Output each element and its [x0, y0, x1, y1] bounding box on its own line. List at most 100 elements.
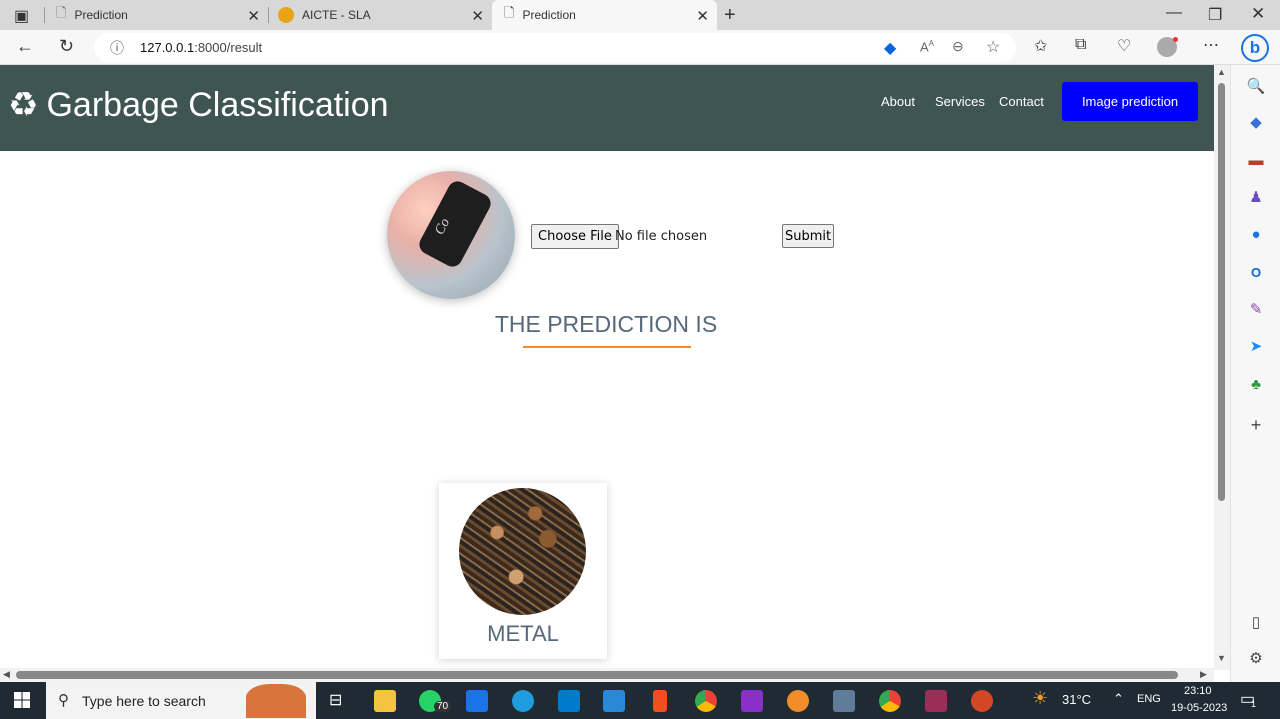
- vscode-icon[interactable]: [558, 690, 580, 712]
- shopping-tag-icon[interactable]: ◆: [884, 38, 896, 58]
- search-highlight-orangutan-icon: [246, 684, 306, 718]
- window-close-icon[interactable]: ✕: [1251, 4, 1265, 24]
- address-bar[interactable]: ⓘ 127.0.0.1:8000/result ◆ AA ⊖ ☆: [94, 33, 1016, 62]
- tab-actions-icon[interactable]: ▣: [14, 6, 29, 26]
- chrome-profile-icon[interactable]: [879, 690, 901, 712]
- powerpoint-icon[interactable]: [971, 690, 993, 712]
- browser-tab-strip: ▣ 🗋 Prediction ✕ AICTE - SLA ✕ 🗋 Predict…: [0, 0, 1280, 30]
- task-view-icon[interactable]: ⊟: [329, 690, 342, 710]
- chrome-icon[interactable]: [695, 690, 717, 712]
- bing-chat-icon[interactable]: b: [1241, 34, 1269, 62]
- tab-prediction-1[interactable]: 🗋 Prediction ✕: [50, 0, 268, 30]
- tab-label: AICTE - SLA: [302, 8, 371, 22]
- clock-time[interactable]: 23:10: [1184, 685, 1212, 697]
- vertical-scroll-thumb[interactable]: [1218, 83, 1225, 501]
- nav-link-services[interactable]: Services: [935, 94, 985, 109]
- read-aloud-icon[interactable]: AA: [920, 39, 934, 54]
- restore-icon[interactable]: ❐: [1208, 5, 1222, 25]
- taskbar-search-box[interactable]: ⚲ Type here to search: [46, 682, 316, 719]
- new-tab-icon[interactable]: +: [724, 4, 736, 27]
- settings-gear-icon[interactable]: ⚙: [1246, 649, 1266, 669]
- winrar-icon[interactable]: [925, 690, 947, 712]
- add-favorite-icon[interactable]: ☆: [986, 37, 1000, 57]
- edge-sidebar: 🔍 ◆ ▬ ♟ ● O ✎ ➤ ♣ + ▯ ⚙: [1230, 65, 1280, 682]
- result-label: METAL: [487, 621, 559, 646]
- web-page: ♻ Garbage Classification About Services …: [0, 65, 1214, 670]
- minimize-icon[interactable]: —: [1166, 4, 1182, 22]
- sidebar-toggle-icon[interactable]: ▯: [1246, 613, 1266, 633]
- scroll-left-icon[interactable]: ◀: [3, 669, 10, 680]
- tab-prediction-active[interactable]: 🗋 Prediction ✕: [492, 0, 717, 30]
- tab-separator: [44, 7, 45, 23]
- vertical-scrollbar[interactable]: ▲ ▼: [1214, 65, 1230, 670]
- back-arrow-icon[interactable]: ←: [16, 36, 34, 57]
- eclipse-icon[interactable]: [787, 690, 809, 712]
- profile-alert-dot: [1173, 37, 1178, 42]
- tools-icon[interactable]: ▬: [1246, 151, 1266, 171]
- recycle-icon: ♻: [8, 86, 39, 124]
- tab-separator: [268, 7, 269, 23]
- remote-desktop-icon[interactable]: [833, 690, 855, 712]
- close-tab-icon[interactable]: ✕: [471, 7, 484, 25]
- horizontal-scrollbar[interactable]: ◀ ▶: [0, 668, 1214, 682]
- designer-icon[interactable]: ✎: [1246, 300, 1266, 320]
- close-tab-icon[interactable]: ✕: [247, 7, 260, 25]
- tray-chevron-icon[interactable]: ⌃: [1113, 691, 1124, 707]
- whatsapp-badge: 70: [434, 701, 452, 712]
- tab-aicte-sla[interactable]: AICTE - SLA ✕: [274, 0, 492, 30]
- scroll-right-icon[interactable]: ▶: [1200, 669, 1207, 680]
- search-icon: ⚲: [58, 692, 69, 709]
- windows-start-icon[interactable]: [14, 692, 30, 708]
- tree-icon[interactable]: ♣: [1246, 375, 1266, 395]
- intellij-icon[interactable]: [741, 690, 763, 712]
- figma-icon[interactable]: [653, 690, 667, 712]
- nav-link-about[interactable]: About: [881, 94, 915, 109]
- shopping-icon[interactable]: ◆: [1246, 113, 1266, 133]
- tab-label: Prediction: [74, 8, 128, 22]
- scroll-up-icon[interactable]: ▲: [1217, 67, 1226, 77]
- url-path: :8000/result: [194, 40, 263, 55]
- info-icon[interactable]: ⓘ: [110, 38, 124, 58]
- mail-icon[interactable]: [466, 690, 488, 712]
- page-icon: 🗋: [504, 5, 515, 20]
- prediction-heading-text: THE PREDICTION IS: [494, 311, 718, 337]
- site-brand[interactable]: ♻ Garbage Classification: [8, 85, 389, 125]
- page-icon: 🗋: [56, 5, 67, 20]
- clock-date[interactable]: 19-05-2023: [1171, 702, 1227, 714]
- choose-file-button[interactable]: Choose File: [531, 224, 619, 249]
- more-menu-icon[interactable]: ⋯: [1203, 35, 1219, 55]
- image-prediction-button[interactable]: Image prediction: [1062, 82, 1198, 121]
- store-icon[interactable]: [603, 690, 625, 712]
- microsoft365-icon[interactable]: ●: [1246, 225, 1266, 245]
- uploaded-image-preview: Co: [387, 171, 515, 299]
- windows-taskbar: ⚲ Type here to search ⊟ 70 ☀ 31°C ⌃ ENG …: [0, 682, 1280, 719]
- games-icon[interactable]: ♟: [1246, 188, 1266, 208]
- favorites-icon[interactable]: ✩: [1034, 36, 1047, 56]
- submit-button[interactable]: Submit: [782, 224, 835, 248]
- nav-link-contact[interactable]: Contact: [999, 94, 1044, 109]
- browser-toolbar: ← ↻ ⓘ 127.0.0.1:8000/result ◆ AA ⊖ ☆ ✩ ⧉…: [0, 30, 1280, 65]
- zoom-out-icon[interactable]: ⊖: [952, 38, 964, 55]
- refresh-icon[interactable]: ↻: [59, 36, 74, 57]
- brand-title: Garbage Classification: [46, 85, 389, 124]
- language-indicator[interactable]: ENG: [1137, 693, 1161, 705]
- scroll-down-icon[interactable]: ▼: [1217, 653, 1226, 663]
- file-explorer-icon[interactable]: [374, 690, 396, 712]
- close-tab-icon[interactable]: ✕: [696, 7, 709, 25]
- horizontal-scroll-thumb[interactable]: [16, 671, 1178, 679]
- search-icon[interactable]: 🔍: [1246, 77, 1266, 97]
- tab-label: Prediction: [522, 8, 576, 22]
- temperature-text[interactable]: 31°C: [1062, 692, 1091, 707]
- taskbar-search-text: Type here to search: [82, 693, 206, 709]
- add-icon[interactable]: +: [1246, 415, 1266, 435]
- edge-icon[interactable]: [512, 690, 534, 712]
- url-text: 127.0.0.1:8000/result: [140, 40, 262, 55]
- outlook-icon[interactable]: O: [1246, 263, 1266, 283]
- send-icon[interactable]: ➤: [1246, 337, 1266, 357]
- collections-icon[interactable]: ⧉: [1075, 36, 1086, 54]
- site-navbar: ♻ Garbage Classification About Services …: [0, 65, 1214, 151]
- result-image: [459, 488, 586, 615]
- heading-underline: [523, 346, 691, 348]
- browser-essentials-icon[interactable]: ♡: [1117, 36, 1131, 56]
- weather-icon[interactable]: ☀: [1032, 688, 1048, 709]
